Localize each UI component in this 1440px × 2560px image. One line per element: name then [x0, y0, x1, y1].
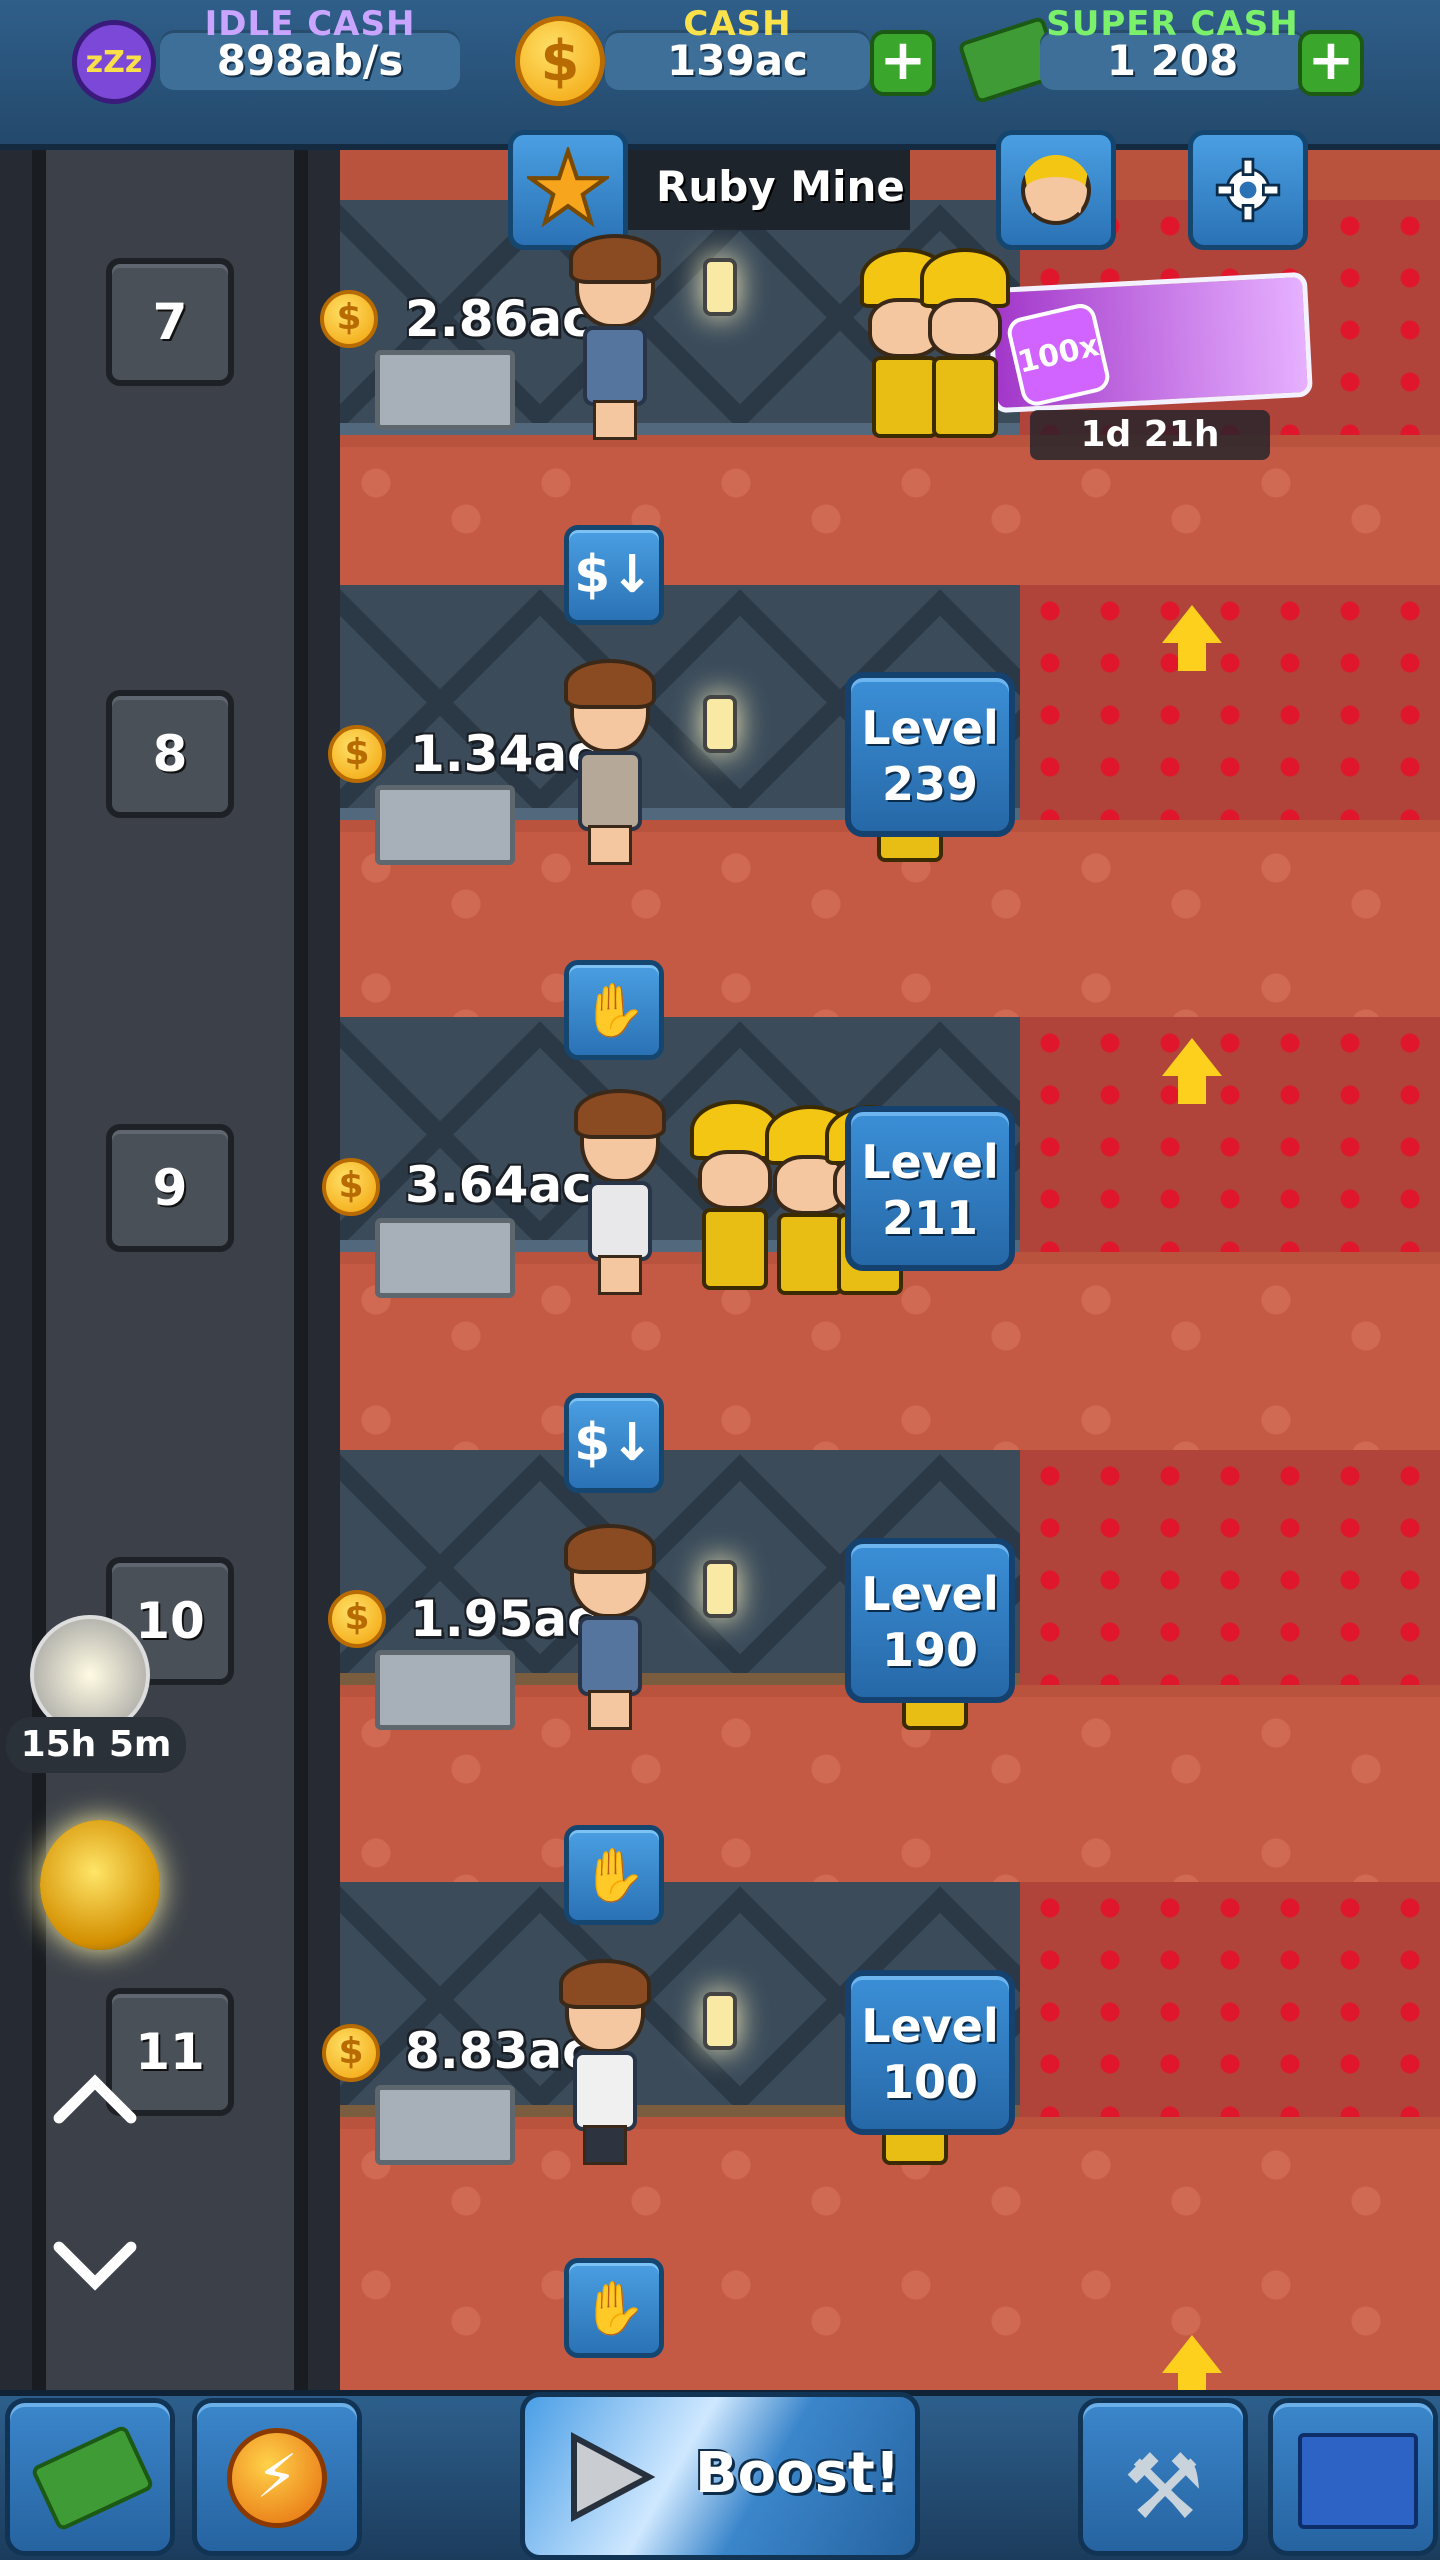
- pickaxe-icon: ⚒: [1123, 2435, 1204, 2540]
- shaft-7-amount[interactable]: 2.86ac: [405, 290, 592, 348]
- idle-cash-icon: zZz: [72, 20, 156, 104]
- star-icon: [527, 147, 609, 228]
- shaft-9-amount[interactable]: 3.64ac: [405, 1156, 592, 1214]
- cash-stack-icon: [30, 2424, 155, 2532]
- offer-timer: 1d 21h: [1030, 410, 1270, 460]
- floor-number-9: 9: [106, 1124, 234, 1252]
- ore-crate: [375, 350, 515, 430]
- level-value: 190: [881, 1623, 979, 1677]
- ruby-ore: [1020, 1450, 1440, 1685]
- coin-icon: $: [328, 725, 386, 783]
- lightning-coin-icon: ⚡: [227, 2428, 327, 2528]
- play-icon: [571, 2432, 656, 2522]
- shaft-8-level-button[interactable]: Level 239: [845, 672, 1015, 837]
- hire-manager-button[interactable]: $↓: [564, 525, 664, 625]
- dirt-layer: [340, 2129, 1440, 2410]
- profile-button[interactable]: [996, 130, 1116, 250]
- floor-number-8: 8: [106, 690, 234, 818]
- level-value: 100: [881, 2055, 979, 2109]
- top-currency-bar: zZz IDLE CASH 898ab/s $ CASH 139ac + SUP…: [0, 0, 1440, 150]
- map-icon: [1298, 2433, 1418, 2529]
- shaft-manager-8[interactable]: [560, 659, 660, 865]
- lamp: [703, 1560, 737, 1618]
- lamp: [703, 258, 737, 316]
- shaft-10-level-button[interactable]: Level 190: [845, 1538, 1015, 1703]
- ore-crate: [375, 1218, 515, 1298]
- chevron-down-icon[interactable]: [50, 2220, 140, 2310]
- shaft-11-level-button[interactable]: Level 100: [845, 1970, 1015, 2135]
- prestige-star-button[interactable]: [508, 130, 628, 250]
- lamp: [703, 1992, 737, 2050]
- ore-crate: [375, 2085, 515, 2165]
- miner: [920, 248, 1010, 438]
- chevron-up-icon[interactable]: [50, 2055, 140, 2145]
- shaft-9-level-button[interactable]: Level 211: [845, 1106, 1015, 1271]
- upgrade-arrow-icon: [1162, 605, 1222, 675]
- idle-cash-box[interactable]: IDLE CASH 898ab/s: [160, 4, 460, 90]
- idle-cash-value: 898ab/s: [216, 36, 404, 85]
- cash-box[interactable]: CASH 139ac: [605, 4, 870, 90]
- shaft-manager-7[interactable]: [565, 234, 665, 440]
- gold-skill-orb[interactable]: [40, 1820, 160, 1950]
- map-button[interactable]: [1268, 2398, 1438, 2556]
- level-label: Level: [861, 1999, 999, 2053]
- level-label: Level: [861, 1135, 999, 1189]
- level-value: 239: [881, 757, 979, 811]
- gear-icon: [1215, 157, 1281, 223]
- boost-offer-banner[interactable]: 100x: [986, 271, 1314, 414]
- ruby-ore: [1020, 1882, 1440, 2117]
- elevator-rail-left: [32, 150, 46, 2410]
- add-cash-button[interactable]: +: [870, 30, 936, 96]
- ruby-ore: [1020, 585, 1440, 820]
- super-cash-box[interactable]: SUPER CASH 1 208: [1040, 4, 1305, 90]
- ore-crate: [375, 785, 515, 865]
- shaft-manager-11[interactable]: [555, 1959, 655, 2165]
- level-label: Level: [861, 1567, 999, 1621]
- mine-tools-button[interactable]: ⚒: [1078, 2398, 1248, 2556]
- ore-crate: [375, 1650, 515, 1730]
- floor-number-7: 7: [106, 258, 234, 386]
- ruby-ore: [1020, 1017, 1440, 1252]
- upgrade-arrow-icon: [1162, 1038, 1222, 1108]
- skill-manager-button[interactable]: ✋: [564, 960, 664, 1060]
- coin-icon: $: [322, 1158, 380, 1216]
- add-super-cash-button[interactable]: +: [1298, 30, 1364, 96]
- coin-icon: $: [320, 290, 378, 348]
- hire-manager-button[interactable]: $↓: [564, 1393, 664, 1493]
- level-label: Level: [861, 701, 999, 755]
- lamp: [703, 695, 737, 753]
- dirt-layer: [340, 447, 1440, 585]
- settings-button[interactable]: [1188, 130, 1308, 250]
- miner-avatar-icon: [1021, 155, 1091, 225]
- shaft-manager-9[interactable]: [570, 1089, 670, 1295]
- offer-multiplier: 100x: [1004, 300, 1113, 409]
- shop-button[interactable]: [5, 2398, 175, 2556]
- coin-icon: $: [322, 2024, 380, 2082]
- cash-value: 139ac: [667, 36, 808, 85]
- skill-manager-button[interactable]: ✋: [564, 1825, 664, 1925]
- boost-label: Boost!: [695, 2441, 901, 2506]
- boost-button[interactable]: Boost!: [520, 2392, 920, 2560]
- super-cash-value: 1 208: [1106, 36, 1239, 85]
- elevator-rail-right: [294, 150, 308, 2410]
- mine-title: Ruby Mine: [656, 162, 905, 211]
- dollar-coin-icon: $: [515, 16, 605, 106]
- skill-manager-button[interactable]: ✋: [564, 2258, 664, 2358]
- coin-icon: $: [328, 1590, 386, 1648]
- events-button[interactable]: ⚡: [192, 2398, 362, 2556]
- shaft-manager-10[interactable]: [560, 1524, 660, 1730]
- manager-boost-timer: 15h 5m: [6, 1717, 186, 1773]
- level-value: 211: [881, 1191, 979, 1245]
